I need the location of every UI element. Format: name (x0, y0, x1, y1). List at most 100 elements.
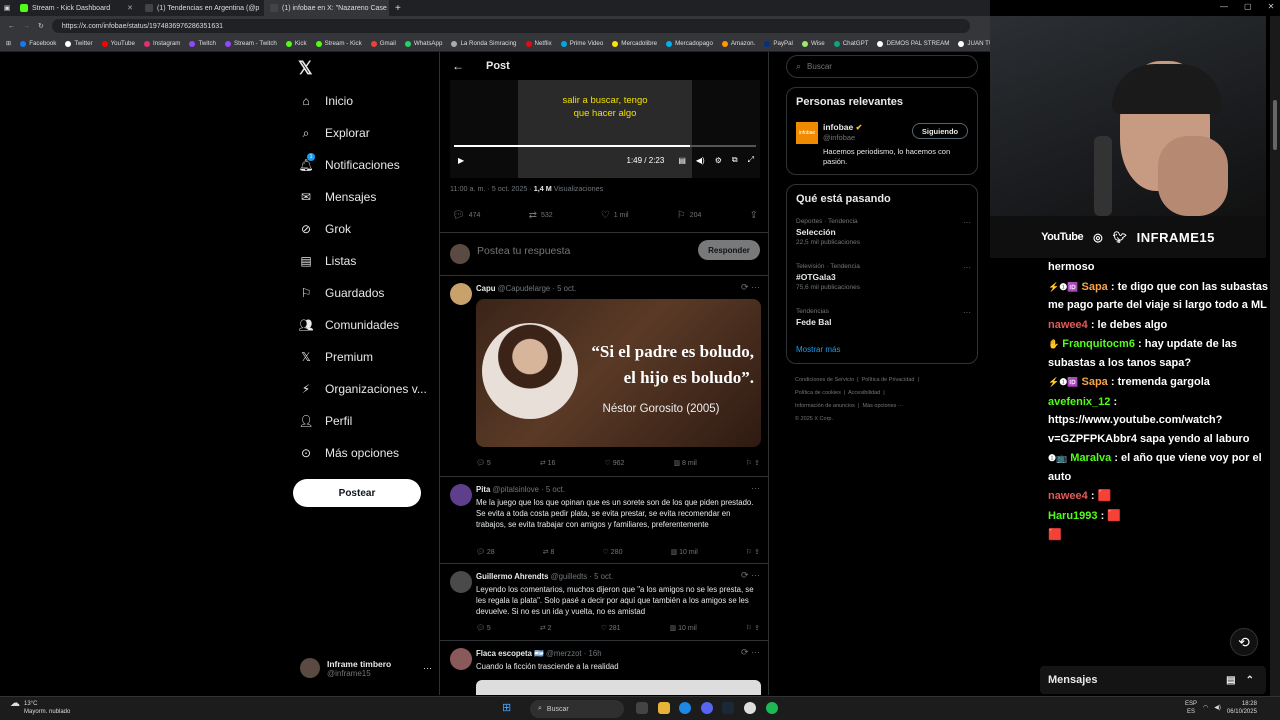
chat-username[interactable]: avefenix_12 (1048, 396, 1110, 408)
bookmark-item[interactable]: Amazon. (721, 40, 755, 47)
clock[interactable]: 18:28 06/10/2025 (1227, 700, 1257, 716)
more-icon[interactable]: ··· (751, 483, 760, 493)
bookmark-item[interactable]: Netflix (525, 40, 552, 47)
footer-link[interactable]: Accesibilidad (848, 390, 880, 396)
repost-action[interactable]: ⇄ 16 (540, 459, 556, 467)
reply-action[interactable]: 💬︎ 5 (476, 459, 491, 467)
captions-icon[interactable]: ▤ (678, 156, 686, 165)
video-player[interactable]: salir a buscar, tengo que hacer algo ▶ 1… (450, 80, 760, 178)
spotify-icon[interactable] (766, 702, 778, 714)
minimize-icon[interactable]: — (1220, 2, 1228, 11)
bookmark-action[interactable]: ⚐ 204 (677, 210, 702, 221)
more-icon[interactable]: ⟳ ··· (741, 647, 760, 658)
bookmark-share-icons[interactable]: ⚐ ⇪ (746, 624, 760, 632)
chat-username[interactable]: nawee4 (1048, 319, 1088, 331)
bookmark-item[interactable]: La Ronda Simracing (451, 40, 517, 47)
tweet-author[interactable]: Guillermo Ahrendts (476, 572, 549, 581)
footer-link[interactable]: Política de cookies (795, 390, 841, 396)
weather-widget[interactable]: ☁ 13°C Mayorm. nublado (10, 699, 70, 716)
nav-item-mensajes[interactable]: ✉ Mensajes (299, 187, 376, 207)
scrollbar-thumb[interactable] (1273, 100, 1277, 150)
following-button[interactable]: Siguiendo (912, 123, 968, 139)
tweet-author[interactable]: Pita (476, 485, 490, 494)
more-icon[interactable]: ··· (963, 308, 971, 317)
search-box[interactable]: ⌕ (786, 55, 978, 78)
taskbar-search[interactable]: ⌕ Buscar (530, 700, 624, 718)
bookmark-share-icons[interactable]: ⚐ ⇪ (746, 459, 760, 467)
reply-tweet[interactable]: Pita @pitalsinlove · 5 oct. ··· Me la ju… (440, 478, 768, 564)
like-action[interactable]: ♡ 280 (603, 548, 623, 556)
edge-icon[interactable] (679, 702, 691, 714)
chrome-icon[interactable] (744, 702, 756, 714)
task-view-icon[interactable] (636, 702, 648, 714)
reply-tweet[interactable]: Guillermo Ahrendts @guilledts · 5 oct. ⟳… (440, 565, 768, 641)
maximize-icon[interactable]: ▢ (1244, 2, 1252, 11)
bookmark-item[interactable]: Mercadopago (666, 40, 713, 47)
bookmark-item[interactable]: Stream - Twitch (225, 40, 277, 47)
tweet-image[interactable]: “Si el padre es boludo, el hijo es bolud… (476, 299, 761, 447)
close-icon[interactable]: ✕ (127, 4, 133, 12)
discord-icon[interactable] (701, 702, 713, 714)
url-bar[interactable]: https://x.com/infobae/status/19748369762… (51, 19, 970, 33)
footer-link[interactable]: Más opciones ··· (862, 403, 903, 409)
nav-item-premium[interactable]: 𝕏 Premium (299, 347, 373, 367)
chat-username[interactable]: Sapa (1081, 281, 1107, 293)
video-progress-bar[interactable] (454, 145, 756, 147)
bookmark-item[interactable]: Instagram (143, 40, 180, 47)
chat-username[interactable]: Sapa (1081, 376, 1107, 388)
bookmark-item[interactable]: Mercadolibre (612, 40, 657, 47)
show-more-link[interactable]: Mostrar más (796, 345, 840, 354)
chevron-up-icon[interactable]: ⌃ (1246, 675, 1254, 686)
more-icon[interactable]: ··· (963, 218, 971, 227)
bookmark-item[interactable]: Gmail (370, 40, 396, 47)
bookmark-item[interactable]: Prime Video (560, 40, 603, 47)
volume-icon[interactable]: ◀) (696, 156, 705, 165)
post-button[interactable]: Postear (293, 479, 421, 507)
nav-item-comunidades[interactable]: 👥︎ Comunidades (298, 315, 399, 335)
repost-action[interactable]: ⇄ 2 (540, 624, 552, 632)
bookmark-share-icons[interactable]: ⚐ ⇪ (746, 548, 760, 556)
nav-item-listas[interactable]: ▤ Listas (299, 251, 356, 271)
views-action[interactable]: ▥ 10 mil (671, 548, 698, 556)
chat-username[interactable]: Haru1993 (1048, 510, 1098, 522)
reply-tweet[interactable]: Flaca escopeta 🇦🇷 @merzzot · 16h ⟳ ··· C… (440, 642, 768, 695)
nav-item-organizaciones-v[interactable]: ⚡︎ Organizaciones v... (299, 379, 427, 399)
more-icon[interactable]: ⟳ ··· (741, 282, 760, 293)
tab-kick-dashboard[interactable]: Stream - Kick Dashboard ✕ (14, 0, 139, 16)
pip-icon[interactable]: ⧉ (732, 155, 738, 165)
repost-action[interactable]: ⇄ 8 (543, 548, 555, 556)
bookmark-item[interactable]: WhatsApp (404, 40, 442, 47)
more-icon[interactable]: ⟳ ··· (741, 570, 760, 581)
account-switcher[interactable]: Inframe timbero @inframe15 ··· (300, 658, 432, 678)
infobae-avatar[interactable]: infobae (796, 122, 818, 144)
like-action[interactable]: ♡ 1 mil (601, 210, 629, 221)
nav-item-notificaciones[interactable]: 🔔︎ 1 Notificaciones (298, 153, 400, 175)
trend-item[interactable]: Televisión · Tendencia #OTGala3 75,6 mil… (796, 263, 971, 291)
reply-input[interactable] (477, 245, 677, 257)
forward-icon[interactable]: → (23, 23, 30, 30)
fullscreen-icon[interactable]: ⤢ (748, 155, 754, 165)
bookmark-item[interactable]: PayPal (764, 40, 793, 47)
volume-icon[interactable]: ◀) (1214, 704, 1221, 712)
views-action[interactable]: ▥ 10 mil (670, 624, 697, 632)
window-menu-icon[interactable]: ▣ (0, 4, 14, 12)
more-icon[interactable]: ··· (963, 263, 971, 272)
nav-item-explorar[interactable]: ⌕ Explorar (299, 123, 370, 143)
nav-item-más-opciones[interactable]: ⊙ Más opciones (299, 443, 399, 463)
bookmark-item[interactable]: ChatGPT (833, 40, 868, 47)
chat-username[interactable]: Franquitocm6 (1062, 338, 1135, 350)
tweet-author[interactable]: Flaca escopeta 🇦🇷 (476, 649, 544, 658)
reply-action[interactable]: 💬︎ 5 (476, 624, 491, 632)
bookmark-item[interactable]: Kick (285, 40, 307, 47)
trend-item[interactable]: Deportes · Tendencia Selección 22,5 mil … (796, 218, 971, 246)
close-window-icon[interactable]: ✕ (1268, 2, 1275, 11)
chat-username[interactable]: nawee4 (1048, 490, 1088, 502)
like-action[interactable]: ♡ 962 (604, 459, 624, 467)
like-action[interactable]: ♡ 281 (601, 624, 621, 632)
trend-item[interactable]: Tendencias Fede Bal ··· (796, 308, 971, 327)
reply-action[interactable]: 💬︎ 28 (476, 548, 495, 556)
bookmark-item[interactable]: Twitter (65, 40, 93, 47)
new-tab-icon[interactable]: + (395, 3, 401, 14)
nav-item-inicio[interactable]: ⌂ Inicio (299, 91, 353, 111)
windows-start-icon[interactable]: ⊞ (502, 701, 511, 714)
